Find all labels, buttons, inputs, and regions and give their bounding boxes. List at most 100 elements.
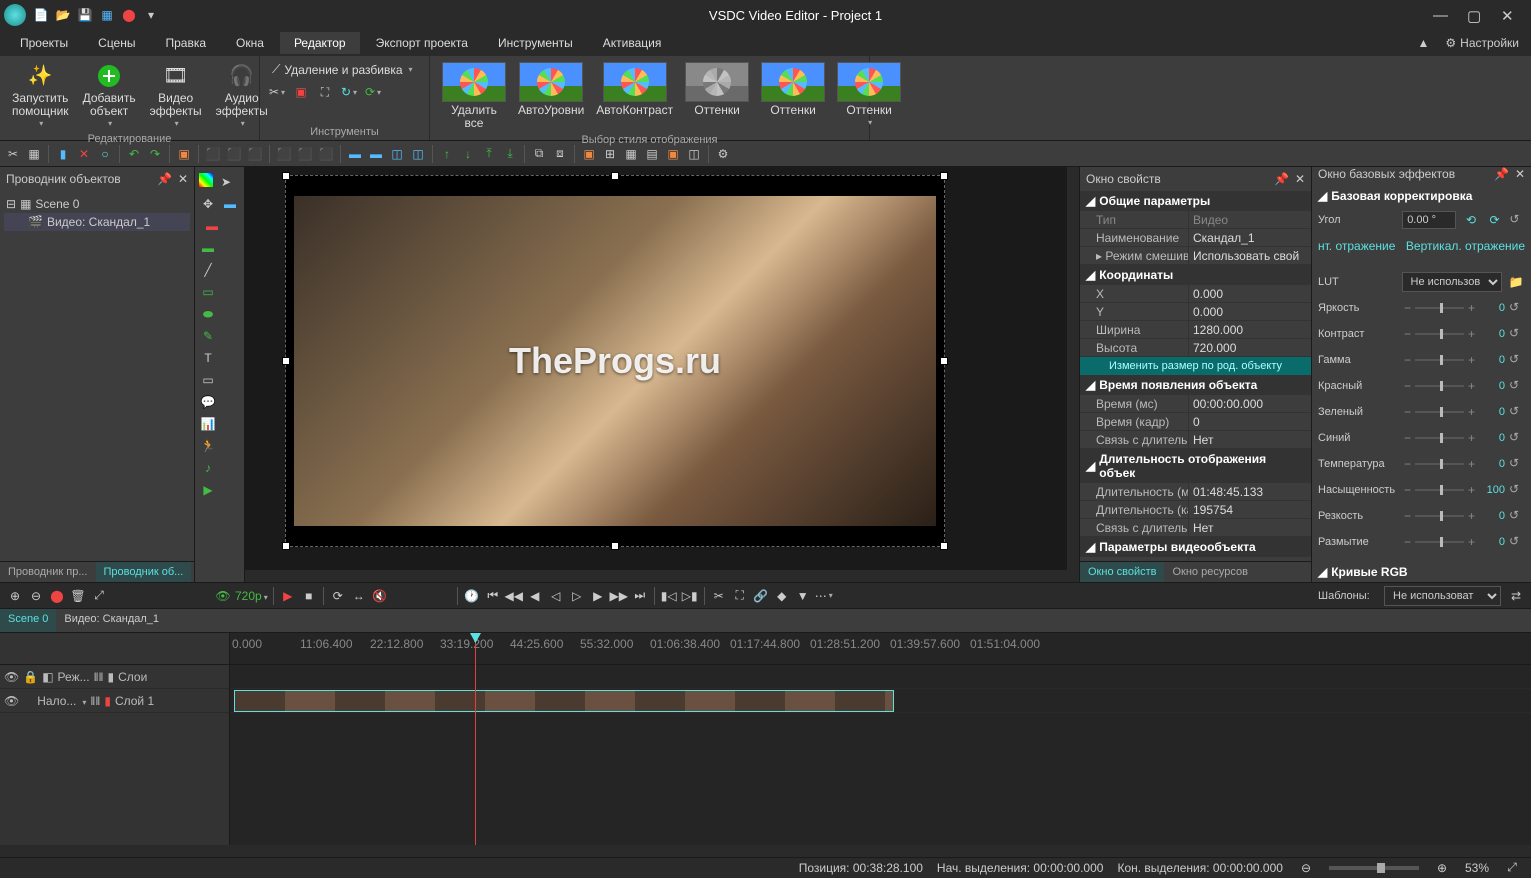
slider-5[interactable] — [1415, 437, 1464, 439]
tl-mute-icon[interactable]: 🔇 — [371, 587, 389, 605]
timeline-ruler[interactable]: 0.000 11:06.400 22:12.800 33:19.200 44:2… — [230, 633, 1531, 665]
up-icon[interactable]: ↑ — [438, 145, 456, 163]
tl-goend-icon[interactable]: ⏭ — [631, 587, 649, 605]
close-pane-icon[interactable]: ✕ — [1515, 167, 1525, 181]
reset-icon[interactable]: ↺ — [1509, 300, 1525, 316]
redo-icon[interactable]: ↷ — [146, 145, 164, 163]
gradient-icon[interactable] — [199, 173, 213, 187]
style-shade2[interactable]: Оттенки — [757, 60, 829, 119]
expand-icon[interactable]: ⊟ — [6, 197, 16, 211]
tl-next-icon[interactable]: ▶ — [589, 587, 607, 605]
minus-icon[interactable]: − — [1404, 405, 1411, 419]
select-icon[interactable]: ▣ — [175, 145, 193, 163]
handle-icon[interactable] — [282, 172, 290, 180]
reset-icon[interactable]: ↺ — [1509, 378, 1525, 394]
properties-list[interactable]: ◢ Общие параметры ТипВидео НаименованиеС… — [1080, 191, 1311, 561]
section-general[interactable]: ◢ Общие параметры — [1080, 191, 1311, 211]
plus-icon[interactable]: + — [1468, 301, 1475, 315]
plus-icon[interactable]: + — [1468, 457, 1475, 471]
video-canvas[interactable]: TheProgs.ru — [285, 175, 945, 547]
handle-icon[interactable] — [940, 172, 948, 180]
menu-edit[interactable]: Правка — [152, 32, 221, 54]
align-c-icon[interactable]: ⬛ — [225, 145, 243, 163]
tab-resources[interactable]: Окно ресурсов — [1164, 562, 1255, 582]
size-icon[interactable]: ◫ — [388, 145, 406, 163]
style-autocontrast[interactable]: АвтоКонтраст — [592, 60, 677, 119]
rect-red-icon[interactable]: ▬ — [203, 217, 221, 235]
qat-doc-icon[interactable]: ▦ — [100, 8, 114, 22]
handle-icon[interactable] — [282, 357, 290, 365]
dist-v-icon[interactable]: ▬ — [367, 145, 385, 163]
scrollbar-h[interactable] — [245, 570, 1079, 582]
menu-scenes[interactable]: Сцены — [84, 32, 149, 54]
tl-link-icon[interactable]: 🔗 — [752, 587, 770, 605]
slider-9[interactable] — [1415, 541, 1464, 543]
minus-icon[interactable]: − — [1404, 353, 1411, 367]
zoom-in-icon[interactable]: ⊕ — [1433, 859, 1451, 877]
reset-icon[interactable]: ↺ — [1509, 482, 1525, 498]
minus-icon[interactable]: − — [1404, 483, 1411, 497]
style-delete-all[interactable]: Удалить все — [438, 60, 510, 132]
close-icon[interactable]: ✕ — [1501, 7, 1517, 23]
circle-icon[interactable]: ○ — [96, 145, 114, 163]
music-icon[interactable]: ♪ — [199, 459, 217, 477]
tl-stop-icon[interactable]: ■ — [300, 587, 318, 605]
settings-button[interactable]: ⚙ Настройки — [1439, 34, 1525, 52]
minus-icon[interactable]: − — [1404, 535, 1411, 549]
rect-blue-icon[interactable]: ▬ — [221, 195, 239, 213]
reset-icon[interactable]: ↺ — [1509, 430, 1525, 446]
gear-icon[interactable]: ⚙ — [714, 145, 732, 163]
menu-activation[interactable]: Активация — [589, 32, 676, 54]
marquee-icon[interactable]: ▣ — [580, 145, 598, 163]
copy-icon[interactable]: ▦ — [25, 145, 43, 163]
handle-icon[interactable] — [611, 542, 619, 550]
mode-icon[interactable]: ▮ — [104, 694, 111, 708]
tl-res-label[interactable]: 720p — [235, 589, 268, 603]
move-icon[interactable]: ✥ — [199, 195, 217, 213]
handle-icon[interactable] — [611, 172, 619, 180]
track-layer-row[interactable]: 👁 Нало... ‖‖▮ Слой 1 — [0, 689, 229, 713]
menu-windows[interactable]: Окна — [222, 32, 278, 54]
reset-icon[interactable]: ↺ — [1509, 352, 1525, 368]
tl-split-icon[interactable]: ✂ — [710, 587, 728, 605]
comment-icon[interactable]: 💬 — [199, 393, 217, 411]
close-pane-icon[interactable]: ✕ — [178, 172, 188, 186]
qat-open-icon[interactable]: 📂 — [56, 8, 70, 22]
plus-icon[interactable]: + — [1468, 509, 1475, 523]
slider-1[interactable] — [1415, 333, 1464, 335]
hflip-link[interactable]: нт. отражение — [1318, 239, 1395, 253]
plus-icon[interactable]: + — [1468, 405, 1475, 419]
slider-4[interactable] — [1415, 411, 1464, 413]
folder-icon[interactable]: 📁 — [1508, 273, 1525, 291]
style-autolevel[interactable]: АвтоУровни — [514, 60, 588, 119]
slider-6[interactable] — [1415, 463, 1464, 465]
rect-green-icon[interactable]: ▬ — [199, 239, 217, 257]
delete-split-button[interactable]: ⟋Удаление и разбивка — [268, 60, 421, 79]
paste-icon[interactable]: ▮ — [54, 145, 72, 163]
tree-item[interactable]: 🎬Видео: Скандал_1 — [4, 213, 190, 231]
tl-gostart-icon[interactable]: ⏮ — [484, 587, 502, 605]
eye-icon[interactable]: 👁 — [4, 694, 19, 708]
pin-icon[interactable]: 📌 — [157, 172, 172, 186]
qat-new-icon[interactable]: 📄 — [34, 8, 48, 22]
tl-markin-icon[interactable]: ▮◁ — [660, 587, 678, 605]
tl-marker-icon[interactable]: ▼ — [794, 587, 812, 605]
eye-icon[interactable]: 👁 — [4, 670, 19, 684]
group-icon[interactable]: ⧉ — [530, 145, 548, 163]
bot-icon[interactable]: ⤓ — [501, 145, 519, 163]
tl-add-icon[interactable]: ⊕ — [6, 587, 24, 605]
maximize-icon[interactable]: ▢ — [1467, 7, 1483, 23]
ruler-icon[interactable]: ▤ — [643, 145, 661, 163]
wizard-button[interactable]: ✨Запустить помощник — [8, 60, 73, 131]
tl-rec-icon[interactable]: ⬤ — [48, 587, 66, 605]
menu-tools[interactable]: Инструменты — [484, 32, 587, 54]
reset-icon[interactable]: ↺ — [1509, 212, 1525, 228]
tl-eye-icon[interactable]: 👁 — [214, 587, 232, 605]
plus-icon[interactable]: + — [1468, 379, 1475, 393]
reset-icon[interactable]: ↺ — [1509, 326, 1525, 342]
style-shade3[interactable]: Оттенки — [833, 60, 905, 130]
tree-scene[interactable]: ⊟▦Scene 0 — [4, 195, 190, 213]
handle-icon[interactable] — [940, 542, 948, 550]
mode-icon[interactable]: ▮ — [108, 670, 115, 684]
reset-icon[interactable]: ↺ — [1509, 456, 1525, 472]
